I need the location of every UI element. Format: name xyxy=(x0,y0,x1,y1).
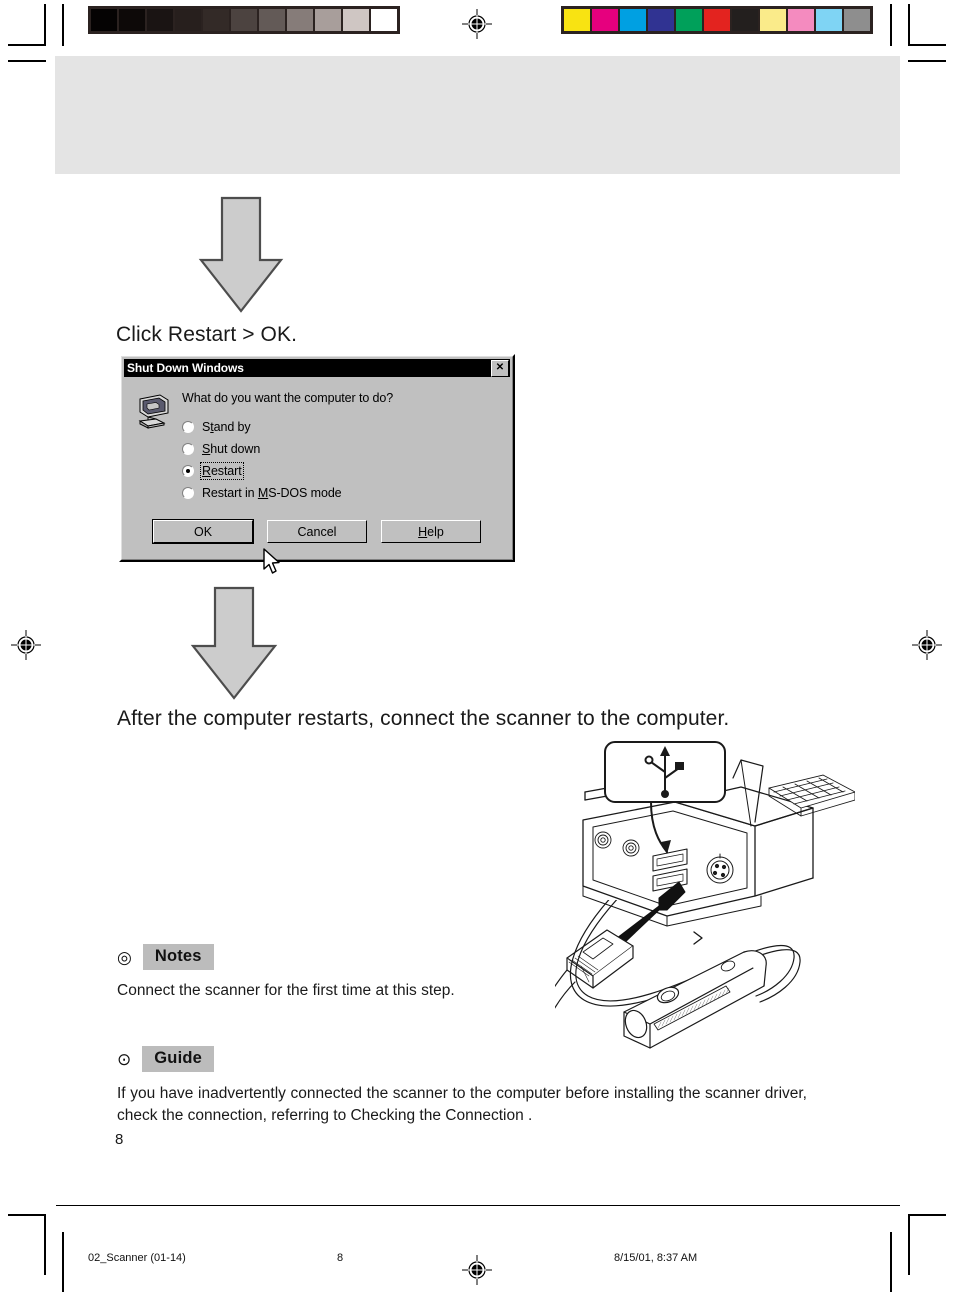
guide-bullet-icon: ⊙ xyxy=(117,1049,132,1069)
dialog-top-row: What do you want the computer to do? Sta… xyxy=(134,391,500,504)
step-1-heading: Click Restart > OK. xyxy=(116,323,298,346)
dialog-button-row: OK Cancel Help xyxy=(134,519,500,547)
calibration-swatch xyxy=(648,9,674,31)
registration-mark-left xyxy=(11,630,41,660)
cancel-button[interactable]: Cancel xyxy=(267,520,367,543)
scanner-device-illustration xyxy=(558,893,848,1085)
radio-option-stand-by[interactable]: Stand by xyxy=(182,416,500,438)
crop-mark-top-left-vertical xyxy=(44,4,46,46)
crop-mark-bottom-right-horizontal xyxy=(908,1214,946,1216)
radio-label-restart: Restart xyxy=(200,462,244,480)
notes-body-text: Connect the scanner for the first time a… xyxy=(117,982,455,999)
page-root: Click Restart > OK. Shut Down Windows ✕ xyxy=(0,0,954,1300)
footer-divider xyxy=(56,1205,900,1206)
close-icon[interactable]: ✕ xyxy=(491,359,509,377)
mouse-pointer-icon xyxy=(263,548,280,574)
calibration-swatch xyxy=(676,9,702,31)
calibration-swatch xyxy=(732,9,758,31)
shutdown-computer-icon xyxy=(134,391,178,504)
dialog-title-bar[interactable]: Shut Down Windows ✕ xyxy=(124,359,510,377)
step-flow-arrow-1 xyxy=(198,196,284,313)
notes-tag-label: Notes xyxy=(142,944,214,970)
radio-option-restart-ms-dos[interactable]: Restart in MS-DOS mode xyxy=(182,482,500,504)
calibration-swatch xyxy=(203,9,229,31)
calibration-swatch xyxy=(564,9,590,31)
crop-mark-bottom-left-vertical xyxy=(44,1215,46,1275)
calibration-swatch xyxy=(175,9,201,31)
dialog-title: Shut Down Windows xyxy=(127,361,244,375)
calibration-swatch xyxy=(259,9,285,31)
calibration-swatch xyxy=(592,9,618,31)
notes-bullet-icon: ◎ xyxy=(117,947,132,967)
radio-option-restart[interactable]: Restart xyxy=(182,460,500,482)
scanner-body xyxy=(623,950,767,1049)
crop-mark-top-right-vertical-2 xyxy=(890,4,892,46)
crop-mark-bottom-right-vertical-2 xyxy=(890,1232,892,1292)
dialog-body: What do you want the computer to do? Sta… xyxy=(124,377,510,557)
page-number: 8 xyxy=(115,1131,124,1148)
radio-label-stand-by: Stand by xyxy=(202,420,251,434)
help-button[interactable]: Help xyxy=(381,520,481,543)
crop-mark-top-right-horizontal xyxy=(908,44,946,46)
crop-mark-top-right-vertical xyxy=(908,4,910,46)
crop-mark-bottom-left-vertical-2 xyxy=(62,1232,64,1292)
crop-mark-bottom-left-horizontal xyxy=(8,1214,46,1216)
grayscale-calibration-strip xyxy=(88,6,400,34)
step-flow-arrow-2 xyxy=(190,586,278,700)
calibration-swatch xyxy=(760,9,786,31)
crop-mark-top-left-horizontal-2 xyxy=(8,60,46,62)
ok-button[interactable]: OK xyxy=(152,519,254,544)
calibration-swatch xyxy=(287,9,313,31)
dialog-inner-frame: Shut Down Windows ✕ What do you want the… xyxy=(121,356,513,560)
calibration-swatch xyxy=(147,9,173,31)
registration-mark-bottom xyxy=(462,1255,492,1285)
footer-timestamp: 8/15/01, 8:37 AM xyxy=(614,1252,698,1264)
crop-mark-bottom-right-vertical xyxy=(908,1215,910,1275)
color-calibration-strip xyxy=(561,6,873,34)
guide-callout-header: ⊙ Guide xyxy=(117,1046,215,1072)
calibration-swatch xyxy=(343,9,369,31)
guide-body-text: If you have inadvertently connected the … xyxy=(117,1085,807,1124)
notes-callout-header: ◎ Notes xyxy=(117,944,214,970)
crop-mark-top-left-vertical-2 xyxy=(62,4,64,46)
registration-mark-top xyxy=(462,9,492,39)
calibration-swatch xyxy=(91,9,117,31)
calibration-swatch xyxy=(119,9,145,31)
radio-icon-selected[interactable] xyxy=(182,465,194,477)
radio-label-restart-ms-dos: Restart in MS-DOS mode xyxy=(202,486,342,500)
calibration-swatch xyxy=(315,9,341,31)
page-header-band xyxy=(55,56,900,174)
step-2-heading: After the computer restarts, connect the… xyxy=(117,707,730,730)
dialog-question-text: What do you want the computer to do? xyxy=(182,391,394,405)
crop-mark-top-left-horizontal xyxy=(8,44,46,46)
calibration-swatch xyxy=(844,9,870,31)
calibration-swatch xyxy=(788,9,814,31)
footer-filename: 02_Scanner (01-14) xyxy=(88,1252,186,1264)
footer-page-number: 8 xyxy=(337,1252,344,1264)
radio-icon[interactable] xyxy=(182,487,194,499)
shut-down-windows-dialog: Shut Down Windows ✕ What do you want the… xyxy=(119,354,515,562)
calibration-swatch xyxy=(816,9,842,31)
calibration-swatch xyxy=(371,9,397,31)
dialog-content: What do you want the computer to do? Sta… xyxy=(178,391,500,504)
registration-mark-right xyxy=(912,630,942,660)
calibration-swatch xyxy=(620,9,646,31)
calibration-swatch xyxy=(704,9,730,31)
calibration-swatch xyxy=(231,9,257,31)
guide-tag-label: Guide xyxy=(142,1046,215,1072)
radio-option-shut-down[interactable]: Shut down xyxy=(182,438,500,460)
radio-label-shut-down: Shut down xyxy=(202,442,261,456)
crop-mark-top-right-horizontal-2 xyxy=(908,60,946,62)
radio-icon[interactable] xyxy=(182,421,194,433)
radio-icon[interactable] xyxy=(182,443,194,455)
